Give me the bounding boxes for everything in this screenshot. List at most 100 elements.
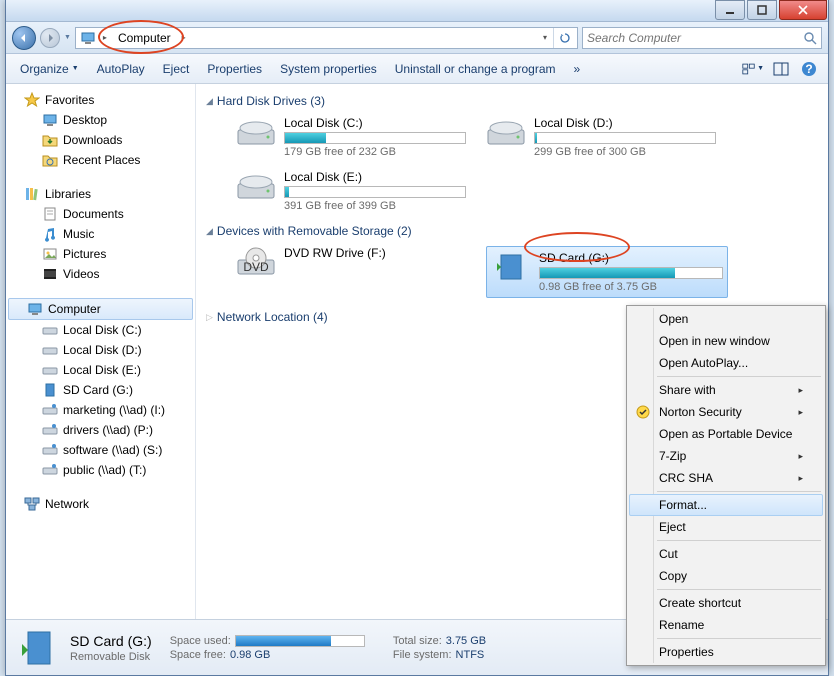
- star-icon: [24, 92, 40, 108]
- recent-icon: [42, 152, 58, 168]
- submenu-arrow-icon: ▸: [798, 385, 803, 396]
- search-input[interactable]: [587, 31, 803, 45]
- sidebar-item-downloads[interactable]: Downloads: [6, 130, 195, 150]
- drive-dvd[interactable]: DVD DVD RW Drive (F:): [236, 246, 466, 298]
- search-icon: [803, 31, 817, 45]
- sdcard-large-icon: [491, 251, 531, 283]
- back-button[interactable]: [12, 26, 36, 50]
- sidebar-item-software[interactable]: software (\\ad) (S:): [6, 440, 195, 460]
- sidebar: Favorites Desktop Downloads Recent Place…: [6, 84, 196, 619]
- organize-button[interactable]: Organize▼: [14, 59, 85, 79]
- dvd-icon: DVD: [236, 246, 276, 278]
- computer-icon: [27, 301, 43, 317]
- maximize-button[interactable]: [747, 0, 777, 20]
- sidebar-item-sdcard[interactable]: SD Card (G:): [6, 380, 195, 400]
- menu-item-copy[interactable]: Copy: [629, 565, 823, 587]
- sidebar-item-music[interactable]: Music: [6, 224, 195, 244]
- drive-e[interactable]: Local Disk (E:)391 GB free of 399 GB: [236, 170, 466, 212]
- explorer-window: ▼ ▸ Computer ▸ ▾ Organize▼ AutoPlay Ejec…: [5, 0, 829, 676]
- address-bar[interactable]: ▸ Computer ▸ ▾: [75, 27, 578, 49]
- sidebar-item-recent[interactable]: Recent Places: [6, 150, 195, 170]
- sidebar-item-public[interactable]: public (\\ad) (T:): [6, 460, 195, 480]
- section-removable[interactable]: ◢Devices with Removable Storage (2): [206, 224, 818, 238]
- menu-separator: [657, 540, 821, 541]
- sidebar-item-drivers[interactable]: drivers (\\ad) (P:): [6, 420, 195, 440]
- netdrive-icon: [42, 462, 58, 478]
- menu-item-7-zip[interactable]: 7-Zip▸: [629, 445, 823, 467]
- toolbar: Organize▼ AutoPlay Eject Properties Syst…: [6, 54, 828, 84]
- address-dropdown[interactable]: ▾: [537, 33, 553, 42]
- sidebar-favorites-head[interactable]: Favorites: [6, 90, 195, 110]
- drive-d[interactable]: Local Disk (D:)299 GB free of 300 GB: [486, 116, 716, 158]
- titlebar: [6, 0, 828, 22]
- view-options-button[interactable]: ▼: [742, 58, 764, 80]
- menu-item-format[interactable]: Format...: [629, 494, 823, 516]
- system-properties-button[interactable]: System properties: [274, 59, 383, 79]
- menu-item-eject[interactable]: Eject: [629, 516, 823, 538]
- drive-c[interactable]: Local Disk (C:)179 GB free of 232 GB: [236, 116, 466, 158]
- submenu-arrow-icon: ▸: [798, 407, 803, 418]
- drive-d-bar: [534, 132, 716, 144]
- downloads-icon: [42, 132, 58, 148]
- sidebar-item-pictures[interactable]: Pictures: [6, 244, 195, 264]
- properties-button[interactable]: Properties: [201, 59, 268, 79]
- menu-item-open-as-portable-device[interactable]: Open as Portable Device: [629, 423, 823, 445]
- sidebar-item-disk-e[interactable]: Local Disk (E:): [6, 360, 195, 380]
- refresh-button[interactable]: [553, 28, 575, 48]
- navbar: ▼ ▸ Computer ▸ ▾: [6, 22, 828, 54]
- submenu-arrow-icon: ▸: [798, 473, 803, 484]
- sidebar-item-videos[interactable]: Videos: [6, 264, 195, 284]
- breadcrumb-root-arrow[interactable]: ▸: [98, 33, 112, 42]
- forward-button[interactable]: [40, 28, 60, 48]
- libraries-icon: [24, 186, 40, 202]
- history-dropdown[interactable]: ▼: [64, 34, 71, 41]
- menu-item-open-in-new-window[interactable]: Open in new window: [629, 330, 823, 352]
- autoplay-button[interactable]: AutoPlay: [91, 59, 151, 79]
- sdcard-status-icon: [16, 626, 60, 670]
- toolbar-overflow[interactable]: »: [568, 59, 587, 79]
- sidebar-item-marketing[interactable]: marketing (\\ad) (I:): [6, 400, 195, 420]
- uninstall-button[interactable]: Uninstall or change a program: [389, 59, 562, 79]
- drive-icon: [42, 342, 58, 358]
- norton-icon: [635, 404, 651, 420]
- help-button[interactable]: ?: [798, 58, 820, 80]
- menu-item-properties[interactable]: Properties: [629, 641, 823, 663]
- sidebar-item-desktop[interactable]: Desktop: [6, 110, 195, 130]
- minimize-button[interactable]: [715, 0, 745, 20]
- sidebar-group-libraries: Libraries Documents Music Pictures Video…: [6, 184, 195, 284]
- sidebar-item-documents[interactable]: Documents: [6, 204, 195, 224]
- sidebar-libraries-head[interactable]: Libraries: [6, 184, 195, 204]
- menu-separator: [657, 638, 821, 639]
- drive-icon: [42, 322, 58, 338]
- hdd-icon: [486, 116, 526, 148]
- menu-item-create-shortcut[interactable]: Create shortcut: [629, 592, 823, 614]
- status-usage-bar: [235, 635, 365, 647]
- netdrive-icon: [42, 402, 58, 418]
- sidebar-item-disk-d[interactable]: Local Disk (D:): [6, 340, 195, 360]
- sidebar-item-disk-c[interactable]: Local Disk (C:): [6, 320, 195, 340]
- hdd-icon: [236, 170, 276, 202]
- desktop-icon: [42, 112, 58, 128]
- menu-item-share-with[interactable]: Share with▸: [629, 379, 823, 401]
- drive-sdcard[interactable]: SD Card (G:)0.98 GB free of 3.75 GB: [486, 246, 728, 298]
- eject-button[interactable]: Eject: [157, 59, 196, 79]
- search-box[interactable]: [582, 27, 822, 49]
- drive-icon: [42, 362, 58, 378]
- sidebar-network-head[interactable]: Network: [6, 494, 195, 514]
- menu-item-open-autoplay[interactable]: Open AutoPlay...: [629, 352, 823, 374]
- pictures-icon: [42, 246, 58, 262]
- breadcrumb-computer[interactable]: Computer: [112, 28, 177, 48]
- preview-pane-button[interactable]: [770, 58, 792, 80]
- menu-item-cut[interactable]: Cut: [629, 543, 823, 565]
- menu-item-rename[interactable]: Rename: [629, 614, 823, 636]
- sidebar-computer-head[interactable]: Computer: [8, 298, 193, 320]
- menu-item-norton-security[interactable]: Norton Security▸: [629, 401, 823, 423]
- menu-item-open[interactable]: Open: [629, 308, 823, 330]
- sidebar-libraries-label: Libraries: [45, 187, 91, 201]
- status-subtitle: Removable Disk: [70, 651, 152, 663]
- breadcrumb-arrow[interactable]: ▸: [177, 33, 191, 42]
- menu-item-crc-sha[interactable]: CRC SHA▸: [629, 467, 823, 489]
- section-hdd[interactable]: ◢Hard Disk Drives (3): [206, 94, 818, 108]
- submenu-arrow-icon: ▸: [798, 451, 803, 462]
- close-button[interactable]: [779, 0, 827, 20]
